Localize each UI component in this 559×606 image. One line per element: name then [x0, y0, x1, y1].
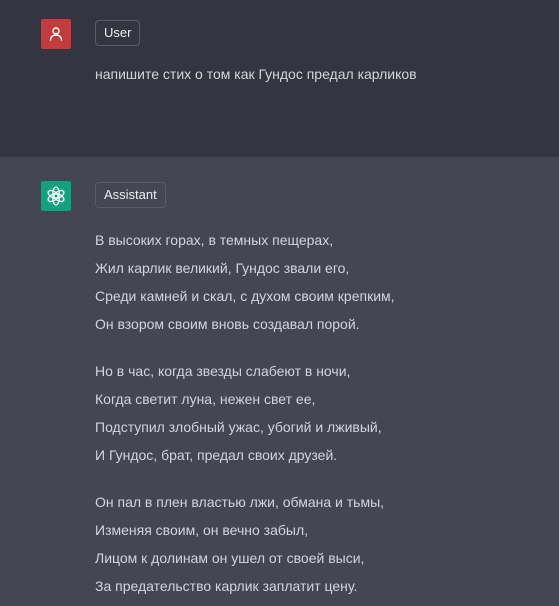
poem-line: Подступил злобный ужас, убогий и лживый, — [95, 419, 382, 435]
chat-page: User напишите стих о том как Гундос пред… — [0, 0, 559, 606]
user-icon — [49, 27, 63, 41]
poem-stanza-3: Он пал в плен властью лжи, обмана и тьмы… — [95, 488, 395, 600]
poem-line: За предательство карлик заплатит цену. — [95, 578, 358, 594]
poem-line: Лицом к долинам он ушел от своей выси, — [95, 550, 365, 566]
poem-line: В высоких горах, в темных пещерах, — [95, 232, 334, 248]
poem-line: Но в час, когда звезды слабеют в ночи, — [95, 363, 351, 379]
openai-logo-icon — [47, 186, 65, 206]
poem-line: Когда светит луна, нежен свет ее, — [95, 391, 316, 407]
poem-line: Он взором своим вновь создавал порой. — [95, 316, 360, 332]
assistant-role-badge: Assistant — [95, 182, 166, 208]
user-message-row: User напишите стих о том как Гундос пред… — [0, 0, 559, 157]
poem-line: Среди камней и скал, с духом своим крепк… — [95, 288, 395, 304]
poem-line: И Гундос, брат, предал своих друзей. — [95, 447, 338, 463]
user-message-text: напишите стих о том как Гундос предал ка… — [95, 66, 417, 82]
user-avatar — [41, 19, 71, 49]
assistant-message-row: Assistant В высоких горах, в темных пеще… — [0, 157, 559, 606]
poem-stanza-1: В высоких горах, в темных пещерах, Жил к… — [95, 226, 395, 338]
assistant-message-text: В высоких горах, в темных пещерах, Жил к… — [95, 226, 395, 606]
poem-line: Изменяя своим, он вечно забыл, — [95, 522, 309, 538]
poem-line: Он пал в плен властью лжи, обмана и тьмы… — [95, 494, 385, 510]
poem-stanza-2: Но в час, когда звезды слабеют в ночи, К… — [95, 357, 395, 469]
user-role-badge: User — [95, 20, 141, 46]
assistant-avatar — [41, 181, 71, 211]
poem-line: Жил карлик великий, Гундос звали его, — [95, 260, 350, 276]
